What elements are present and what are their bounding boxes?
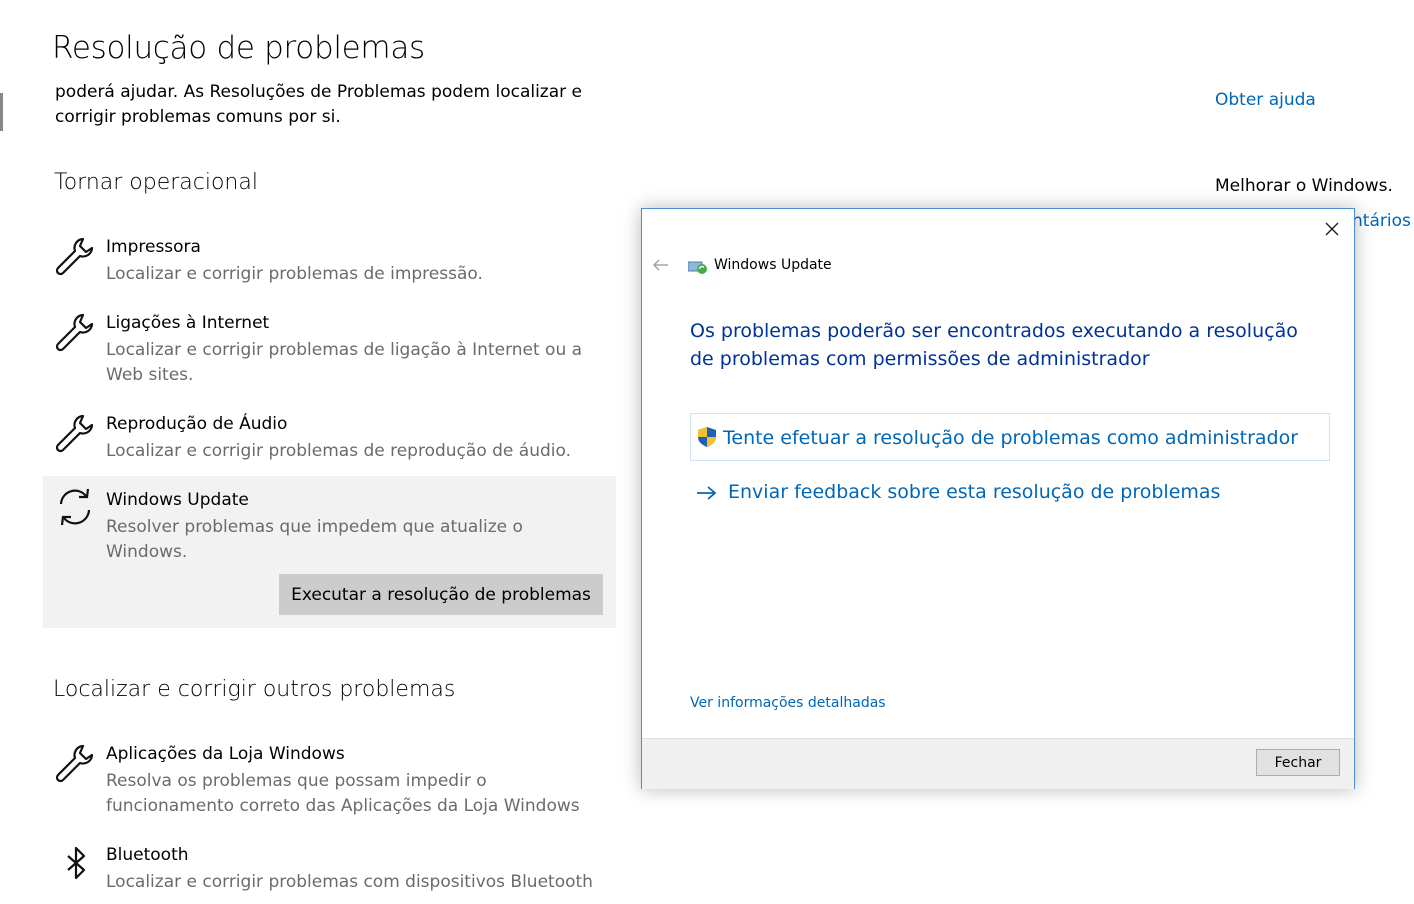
section-title-other: Localizar e corrigir outros problemas bbox=[53, 677, 456, 702]
bluetooth-icon bbox=[67, 846, 86, 880]
sync-icon bbox=[59, 488, 91, 526]
wrench-icon bbox=[55, 313, 94, 352]
run-as-admin-label: Tente efetuar a resolução de problemas c… bbox=[723, 427, 1299, 449]
troubleshooter-desc: Localizar e corrigir problemas de reprod… bbox=[106, 441, 571, 461]
troubleshooter-printer[interactable]: Impressora Localizar e corrigir problema… bbox=[43, 237, 616, 297]
improve-windows-text: Melhorar o Windows. bbox=[1215, 176, 1393, 196]
uac-shield-icon bbox=[698, 427, 716, 447]
page-title: Resolução de problemas bbox=[52, 30, 425, 66]
close-icon[interactable] bbox=[1322, 219, 1342, 239]
troubleshooter-audio[interactable]: Reprodução de Áudio Localizar e corrigir… bbox=[43, 414, 616, 474]
dialog-footer: Fechar bbox=[642, 738, 1354, 789]
troubleshooter-store-apps[interactable]: Aplicações da Loja Windows Resolva os pr… bbox=[43, 744, 616, 824]
back-arrow-icon[interactable] bbox=[652, 258, 670, 272]
troubleshooter-name: Aplicações da Loja Windows bbox=[106, 744, 345, 764]
troubleshooter-name: Impressora bbox=[106, 237, 201, 257]
troubleshooter-internet[interactable]: Ligações à Internet Localizar e corrigir… bbox=[43, 313, 616, 393]
troubleshooter-dialog: Windows Update Os problemas poderão ser … bbox=[641, 208, 1355, 789]
troubleshooter-desc: Localizar e corrigir problemas de impres… bbox=[106, 264, 483, 284]
wrench-icon bbox=[55, 237, 94, 276]
troubleshooter-name: Windows Update bbox=[106, 490, 249, 510]
troubleshooter-desc: Resolver problemas que impedem que atual… bbox=[106, 517, 523, 562]
troubleshooter-name: Bluetooth bbox=[106, 845, 189, 865]
view-details-link[interactable]: Ver informações detalhadas bbox=[690, 695, 886, 711]
send-feedback-label: Enviar feedback sobre esta resolução de … bbox=[728, 481, 1221, 503]
wrench-icon bbox=[55, 414, 94, 453]
windows-update-icon bbox=[688, 261, 707, 274]
section-title-get-running: Tornar operacional bbox=[54, 170, 258, 195]
wrench-icon bbox=[55, 744, 94, 783]
dialog-heading: Os problemas poderão ser encontrados exe… bbox=[690, 320, 1298, 370]
troubleshooter-name: Reprodução de Áudio bbox=[106, 414, 288, 434]
arrow-right-icon bbox=[697, 486, 717, 500]
dialog-title: Windows Update bbox=[714, 257, 832, 273]
run-troubleshooter-button[interactable]: Executar a resolução de problemas bbox=[279, 574, 603, 615]
troubleshooter-name: Ligações à Internet bbox=[106, 313, 270, 333]
close-button[interactable]: Fechar bbox=[1256, 749, 1340, 776]
feedback-link[interactable]: ntários bbox=[1352, 211, 1411, 231]
intro-text: poderá ajudar. As Resoluções de Problema… bbox=[55, 82, 582, 127]
troubleshooter-desc: Resolva os problemas que possam impedir … bbox=[106, 771, 580, 816]
troubleshooter-bluetooth[interactable]: Bluetooth Localizar e corrigir problemas… bbox=[43, 845, 616, 901]
get-help-link[interactable]: Obter ajuda bbox=[1215, 90, 1316, 110]
run-as-admin-option[interactable]: Tente efetuar a resolução de problemas c… bbox=[690, 413, 1330, 461]
troubleshooter-desc: Localizar e corrigir problemas de ligaçã… bbox=[106, 340, 583, 385]
left-edge-marker bbox=[0, 93, 3, 131]
troubleshooter-desc: Localizar e corrigir problemas com dispo… bbox=[106, 872, 593, 892]
